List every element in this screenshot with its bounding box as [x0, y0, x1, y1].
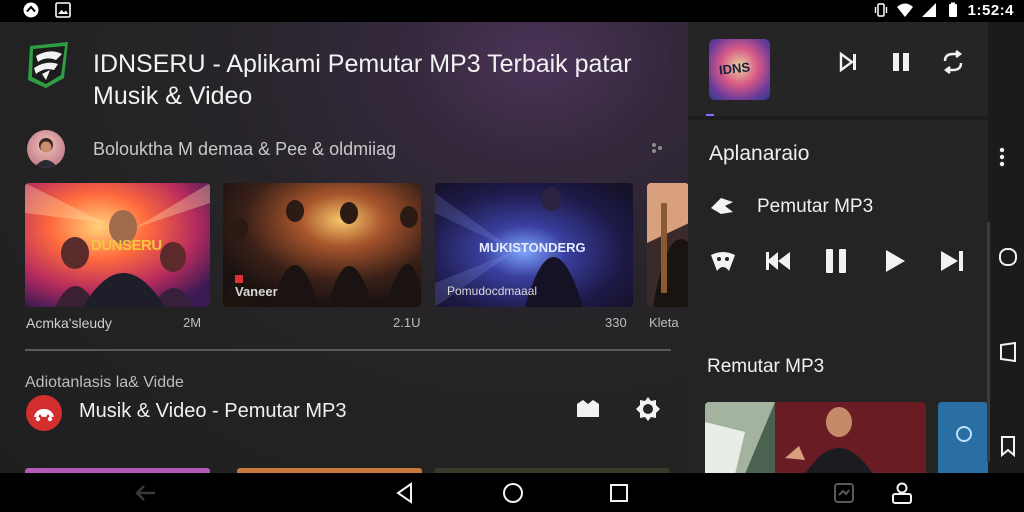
- screenshot-icon[interactable]: [832, 481, 856, 505]
- video-count: 330: [605, 315, 627, 330]
- video-count: 2M: [183, 315, 202, 330]
- navigation-bar: [0, 473, 1024, 512]
- avatar[interactable]: [27, 130, 65, 168]
- image-icon: [55, 2, 71, 18]
- cast-icon[interactable]: [574, 395, 602, 421]
- mini-player[interactable]: IDNS: [688, 22, 1003, 116]
- section-label: Adiotanlasis la& Vidde: [25, 374, 184, 391]
- shuffle-icon[interactable]: [709, 247, 737, 275]
- play-icon[interactable]: [881, 247, 909, 275]
- video-card[interactable]: [647, 183, 688, 307]
- vibrate-icon: [874, 3, 887, 17]
- media-card[interactable]: [938, 402, 988, 474]
- music-app-icon[interactable]: [26, 395, 62, 431]
- video-overlay-text: Vaneer: [235, 284, 278, 299]
- video-caption: MUKISTONDERG: [479, 240, 586, 255]
- video-card[interactable]: DUNSERU: [25, 183, 210, 307]
- video-title: Kleta: [649, 315, 679, 330]
- side-rail: [988, 22, 1024, 473]
- scrollbar[interactable]: [987, 222, 990, 462]
- video-count: 2.1U: [393, 315, 421, 330]
- player-panel: IDNS Aplanaraio Pemutar MP3 Remutar MP3: [688, 22, 1024, 474]
- send-icon[interactable]: [709, 196, 735, 216]
- section-title: Remutar MP3: [707, 356, 825, 377]
- settings-icon[interactable]: [634, 395, 662, 423]
- circle-icon[interactable]: [998, 246, 1018, 268]
- media-thumbnail: [705, 402, 926, 474]
- queue-panel: Aplanaraio Pemutar MP3 Remutar MP3: [688, 120, 988, 474]
- more-vert-icon[interactable]: [997, 145, 1007, 169]
- pause-icon[interactable]: [822, 247, 850, 275]
- media-card[interactable]: [705, 402, 926, 474]
- notification-icon: [23, 2, 39, 18]
- channel-name[interactable]: Bolouktha M demaa & Pee & oldmiiag: [93, 139, 396, 160]
- wifi-icon: [896, 3, 913, 17]
- back-arrow-icon[interactable]: [133, 481, 157, 505]
- album-art-text: IDNS: [718, 59, 751, 78]
- app-title: IDNSERU - Aplikami Pemutar MP3 Terbaik p…: [93, 50, 632, 110]
- skip-next-icon[interactable]: [836, 50, 860, 74]
- app-logo[interactable]: [24, 40, 74, 90]
- previous-icon[interactable]: [764, 247, 792, 275]
- playback-progress[interactable]: [706, 114, 714, 116]
- panel-title: Aplanaraio: [709, 142, 810, 165]
- skip-next-icon[interactable]: [938, 247, 966, 275]
- divider: [25, 349, 671, 351]
- lock-icon[interactable]: [890, 481, 914, 505]
- pause-icon[interactable]: [889, 50, 913, 74]
- video-thumbnail: [647, 183, 688, 307]
- now-playing-title[interactable]: Pemutar MP3: [757, 196, 873, 218]
- album-art[interactable]: IDNS: [709, 39, 770, 100]
- clock: 1:52:4: [967, 1, 1014, 19]
- status-bar: 1:52:4: [0, 0, 1024, 22]
- video-card[interactable]: Vaneer: [223, 183, 421, 307]
- media-thumbnail: [938, 402, 988, 474]
- battery-icon: [948, 2, 957, 17]
- video-card[interactable]: MUKISTONDERG Pomudocdmaaal: [435, 183, 633, 307]
- repeat-icon[interactable]: [941, 50, 965, 74]
- video-overlay-text: Pomudocdmaaal: [447, 284, 538, 298]
- home-icon[interactable]: [501, 481, 525, 505]
- main-content: IDNSERU - Aplikami Pemutar MP3 Terbaik p…: [0, 22, 688, 473]
- section-title[interactable]: Musik & Video - Pemutar MP3: [79, 400, 347, 423]
- back-icon[interactable]: [393, 481, 417, 505]
- bookmark-outline-icon[interactable]: [998, 341, 1018, 363]
- recents-icon[interactable]: [607, 481, 631, 505]
- video-caption: DUNSERU: [91, 237, 162, 254]
- more-options-icon[interactable]: [650, 140, 664, 156]
- bookmark-icon[interactable]: [998, 435, 1018, 457]
- signal-icon: [921, 3, 936, 17]
- video-title: Acmka'sleudy: [26, 315, 112, 331]
